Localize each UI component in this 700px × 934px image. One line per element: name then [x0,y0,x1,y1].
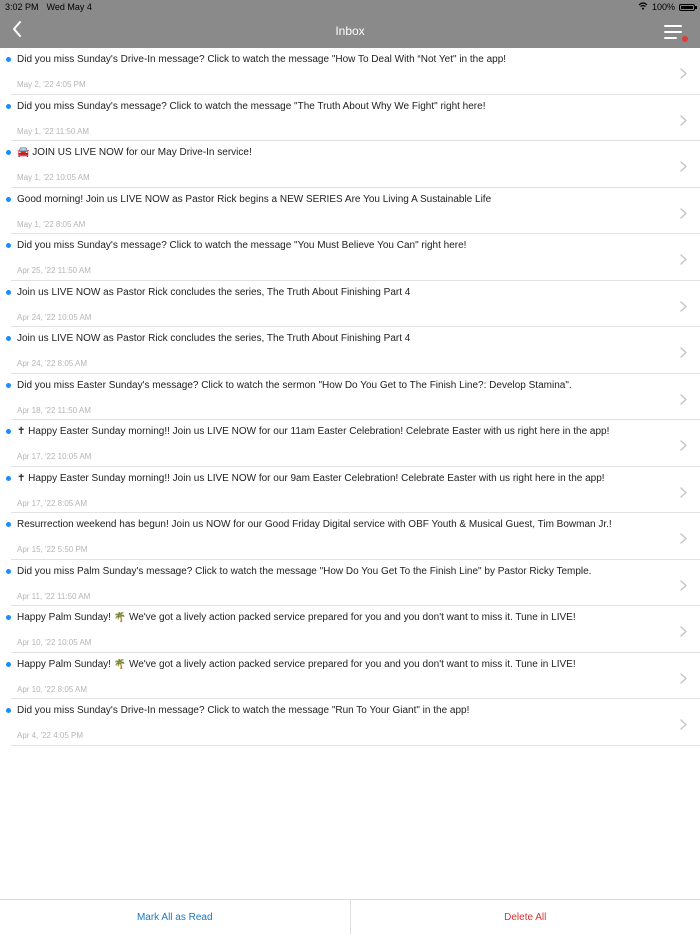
chevron-right-icon [680,206,687,219]
chevron-right-icon [680,299,687,312]
chevron-right-icon [680,66,687,79]
nav-bar: Inbox [0,14,700,48]
unread-dot-icon [6,708,11,713]
unread-dot-icon [6,475,11,481]
wifi-icon [638,2,648,12]
message-row[interactable]: Did you miss Easter Sunday's message? Cl… [0,374,700,421]
unread-dot-icon [6,150,11,155]
message-row[interactable]: Happy Palm Sunday! 🌴 We've got a lively … [0,653,700,700]
message-row[interactable]: Join us LIVE NOW as Pastor Rick conclude… [0,281,700,328]
message-row[interactable]: Did you miss Sunday's message? Click to … [0,95,700,142]
message-title: 🚘 JOIN US LIVE NOW for our May Drive-In … [17,147,252,158]
message-title: Did you miss Sunday's Drive-In message? … [17,705,470,716]
chevron-right-icon [680,392,687,405]
message-date: May 1, '22 8:05 AM [17,219,86,229]
message-date: Apr 10, '22 8:05 AM [17,684,88,694]
message-row[interactable]: Good morning! Join us LIVE NOW as Pastor… [0,188,700,235]
message-row[interactable]: ✝ Happy Easter Sunday morning!! Join us … [0,420,700,467]
notification-badge [682,36,688,42]
message-row[interactable]: 🚘 JOIN US LIVE NOW for our May Drive-In … [0,141,700,188]
unread-dot-icon [6,336,11,341]
message-title: Did you miss Sunday's message? Click to … [17,100,486,112]
mark-all-read-button[interactable]: Mark All as Read [0,900,350,934]
chevron-right-icon [680,113,687,126]
message-date: Apr 24, '22 8:05 AM [17,359,88,368]
status-time: 3:02 PM [5,2,39,12]
chevron-right-icon [680,159,687,172]
bottom-toolbar: Mark All as Read Delete All [0,899,700,934]
message-date: Apr 17, '22 10:05 AM [17,452,92,461]
unread-dot-icon [6,568,11,574]
message-title: Happy Palm Sunday! 🌴 We've got a lively … [17,658,576,670]
message-title: Resurrection weekend has begun! Join us … [17,519,612,530]
message-date: Apr 4, '22 4:05 PM [17,731,84,740]
unread-dot-icon [6,243,11,248]
chevron-right-icon [680,345,687,358]
unread-dot-icon [6,661,11,667]
message-title: Join us LIVE NOW as Pastor Rick conclude… [17,333,411,344]
chevron-right-icon [680,531,687,544]
chevron-right-icon [680,252,687,265]
message-date: May 1, '22 10:05 AM [17,173,90,182]
message-title: Did you miss Sunday's message? Click to … [17,240,467,251]
delete-all-button[interactable]: Delete All [350,900,700,934]
message-date: May 2, '22 4:05 PM [17,80,86,89]
chevron-right-icon [680,485,687,498]
menu-button[interactable] [664,23,688,42]
unread-dot-icon [6,522,11,527]
chevron-right-icon [680,438,687,451]
unread-dot-icon [6,196,11,202]
message-row[interactable]: ✝ Happy Easter Sunday morning!! Join us … [0,467,700,514]
message-title: Happy Palm Sunday! 🌴 We've got a lively … [17,612,576,623]
chevron-right-icon [680,624,687,637]
unread-dot-icon [6,382,11,388]
status-right: 100% [638,2,697,12]
chevron-left-icon [12,20,22,42]
message-title: Did you miss Palm Sunday's message? Clic… [17,565,592,577]
battery-fill [681,5,693,9]
unread-dot-icon [6,615,11,620]
unread-dot-icon [6,289,11,295]
status-date: Wed May 4 [46,2,92,12]
message-title: Join us LIVE NOW as Pastor Rick conclude… [17,286,411,298]
status-bar: 3:02 PM Wed May 4 100% [0,0,700,14]
message-date: Apr 15, '22 5:50 PM [17,545,88,554]
message-date: May 1, '22 11:50 AM [17,126,90,136]
message-title: Did you miss Sunday's Drive-In message? … [17,54,507,65]
message-row[interactable]: Happy Palm Sunday! 🌴 We've got a lively … [0,606,700,653]
message-row[interactable]: Did you miss Sunday's message? Click to … [0,234,700,281]
chevron-right-icon [680,717,687,730]
message-date: Apr 17, '22 8:05 AM [17,498,88,508]
message-date: Apr 25, '22 11:50 AM [17,266,91,275]
message-date: Apr 24, '22 10:05 AM [17,312,92,322]
message-row[interactable]: Did you miss Sunday's Drive-In message? … [0,48,700,95]
chevron-right-icon [680,671,687,684]
unread-dot-icon [6,103,11,109]
message-title: ✝ Happy Easter Sunday morning!! Join us … [17,472,605,484]
message-date: Apr 11, '22 11:50 AM [17,591,91,601]
message-title: ✝ Happy Easter Sunday morning!! Join us … [17,426,610,437]
status-left: 3:02 PM Wed May 4 [5,2,638,12]
battery-percent: 100% [651,2,675,12]
message-row[interactable]: Did you miss Sunday's Drive-In message? … [0,699,700,746]
message-list: Did you miss Sunday's Drive-In message? … [0,48,700,746]
message-row[interactable]: Join us LIVE NOW as Pastor Rick conclude… [0,327,700,374]
message-row[interactable]: Resurrection weekend has begun! Join us … [0,513,700,560]
message-date: Apr 18, '22 11:50 AM [17,405,91,415]
unread-dot-icon [6,57,11,62]
back-button[interactable] [8,20,26,42]
message-title: Good morning! Join us LIVE NOW as Pastor… [17,193,492,205]
message-row[interactable]: Did you miss Palm Sunday's message? Clic… [0,560,700,607]
battery-icon [679,3,697,11]
unread-dot-icon [6,429,11,434]
message-date: Apr 10, '22 10:05 AM [17,638,92,647]
chevron-right-icon [680,578,687,591]
message-title: Did you miss Easter Sunday's message? Cl… [17,379,572,391]
page-title: Inbox [335,24,365,38]
